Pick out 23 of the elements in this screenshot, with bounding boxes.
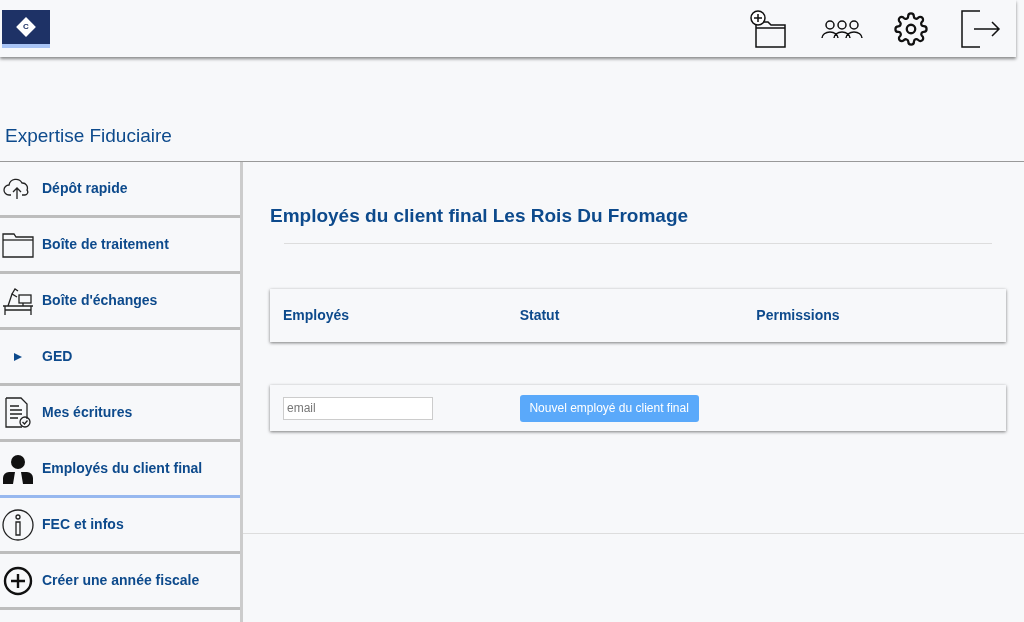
sidebar-item[interactable]: Boîte de traitement (0, 218, 240, 274)
logo-letter: C (23, 22, 29, 31)
sidebar-item[interactable]: Mes écritures (0, 386, 240, 442)
sidebar-item[interactable]: GED (0, 330, 240, 386)
firm-title: Expertise Fiduciaire (4, 124, 173, 148)
sidebar-item[interactable]: Employés du client final (0, 442, 240, 498)
settings-icon[interactable] (894, 11, 928, 46)
folder-icon (2, 231, 34, 258)
play-triangle-icon (13, 351, 23, 362)
column-header: Permissions (756, 306, 841, 325)
column-header: Statut (519, 306, 561, 325)
document-check-icon (4, 396, 32, 429)
page-title: Employés du client final Les Rois Du Fromage (270, 204, 690, 228)
sidebar-item[interactable]: Dépôt rapide (0, 162, 240, 218)
sidebar-item[interactable]: FEC et infos (0, 498, 240, 554)
sidebar-item[interactable]: Boîte d'échanges (0, 274, 240, 330)
info-icon (2, 508, 34, 541)
email-field[interactable]: email (283, 396, 433, 420)
add-circle-icon (3, 565, 33, 596)
logo[interactable]: C (2, 9, 50, 48)
sidebar-item[interactable]: Créer une année fiscale (0, 554, 240, 610)
person-icon (2, 452, 34, 485)
column-header: Employés (283, 306, 351, 325)
